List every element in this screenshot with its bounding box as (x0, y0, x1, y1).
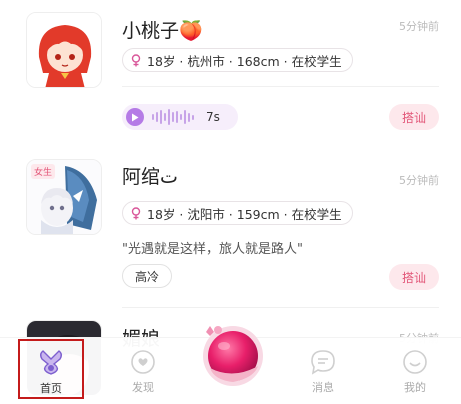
user-name: 阿绾ت (122, 166, 178, 188)
nav-label: 消息 (312, 380, 334, 394)
profile-icon (403, 349, 427, 374)
avatar[interactable]: 女生 (26, 159, 102, 235)
nav-label: 发现 (132, 380, 154, 394)
message-icon (311, 349, 335, 375)
voice-duration: 7s (206, 110, 220, 124)
divider (122, 307, 439, 308)
female-icon (131, 206, 141, 220)
info-text: 18岁 · 沈阳市 · 159cm · 在校学生 (147, 206, 342, 222)
avatar[interactable] (26, 12, 102, 88)
gender-badge: 女生 (31, 164, 56, 179)
user-card[interactable]: 女生 阿绾ت 5分钟前 18岁 · 沈阳市 · 159cm · 在校学生 "光遇… (0, 150, 461, 310)
waveform-icon (152, 109, 196, 125)
play-icon[interactable] (126, 108, 144, 126)
timestamp: 5分钟前 (399, 20, 439, 33)
signature-quote: "光遇就是这样，旅人就是路人" (122, 242, 303, 257)
info-text: 18岁 · 杭州市 · 168cm · 在校学生 (147, 53, 342, 69)
female-icon (131, 53, 141, 67)
timestamp: 5分钟前 (399, 174, 439, 187)
user-name: 小桃子🍑 (122, 16, 203, 43)
user-name-text: 小桃子 (122, 20, 180, 42)
nav-item-messages[interactable]: 消息 (288, 338, 358, 404)
peach-emoji: 🍑 (179, 20, 203, 42)
center-orb-button[interactable] (196, 318, 270, 392)
nav-item-profile[interactable]: 我的 (380, 338, 450, 404)
personality-tag: 高冷 (122, 264, 173, 288)
center-orb-icon (203, 326, 263, 386)
discover-icon (131, 349, 155, 374)
voice-message[interactable]: 7s (122, 104, 238, 130)
info-pill: 18岁 · 沈阳市 · 159cm · 在校学生 (122, 201, 353, 225)
avatar-illustration (27, 13, 101, 87)
nav-item-discover[interactable]: 发现 (108, 338, 178, 404)
nav-label: 我的 (404, 380, 426, 394)
greet-button[interactable]: 搭讪 (389, 264, 439, 290)
info-pill: 18岁 · 杭州市 · 168cm · 在校学生 (122, 48, 353, 72)
greet-button[interactable]: 搭讪 (389, 104, 439, 130)
divider (122, 86, 439, 87)
selection-highlight (18, 339, 84, 399)
user-card[interactable]: 小桃子🍑 5分钟前 18岁 · 杭州市 · 168cm · 在校学生 7s 搭讪 (0, 0, 461, 150)
